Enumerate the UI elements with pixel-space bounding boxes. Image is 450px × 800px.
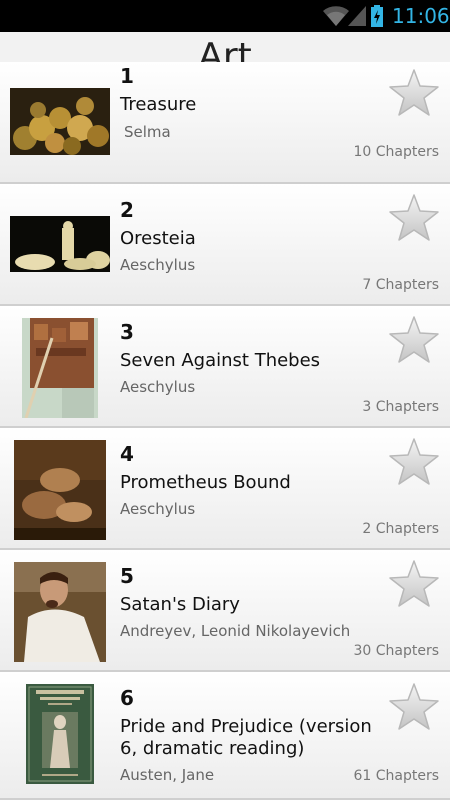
list-item[interactable]: 6 Pride and Prejudice (version 6, dramat… [0,672,450,800]
book-cover-image [26,684,94,784]
chapter-count: 7 Chapters [362,277,439,293]
favorite-star-icon[interactable] [388,682,440,732]
book-cover-image [14,440,106,540]
chapter-count: 30 Chapters [353,643,439,659]
chapter-count: 10 Chapters [353,144,439,160]
favorite-star-icon[interactable] [388,559,440,609]
book-cover-image [14,562,106,662]
book-cover-image [10,216,110,272]
favorite-star-icon[interactable] [388,437,440,487]
book-author: Aeschylus [120,500,196,518]
battery-charging-icon [371,5,383,27]
book-title: Prometheus Bound [120,472,291,493]
book-author: Aeschylus [120,378,196,396]
favorite-star-icon[interactable] [388,193,440,243]
list-item[interactable]: 3 Seven Against Thebes Aeschylus 3 Chapt… [0,306,450,428]
book-number: 2 [120,198,134,222]
book-number: 6 [120,686,134,710]
status-bar: 11:06 [0,0,450,32]
list-item[interactable]: 4 Prometheus Bound Aeschylus 2 Chapters [0,428,450,550]
list-item[interactable]: 1 Treasure Selma 10 Chapters [0,62,450,184]
signal-icon [348,6,366,26]
chapter-count: 3 Chapters [362,399,439,415]
book-cover-image [22,318,98,418]
list-item[interactable]: 5 Satan's Diary Andreyev, Leonid Nikolay… [0,550,450,672]
book-author: Aeschylus [120,256,196,274]
app-screen: 11:06 Art 1 Treasure Selma 10 Chapters 2… [0,0,450,800]
book-number: 4 [120,442,134,466]
favorite-star-icon[interactable] [388,68,440,118]
book-number: 1 [120,64,134,88]
book-title: Satan's Diary [120,594,240,615]
book-title: Oresteia [120,228,196,249]
status-time: 11:06 [392,4,450,28]
book-title: Pride and Prejudice (version 6, dramatic… [120,716,372,759]
book-author: Selma [124,123,171,141]
book-author: Andreyev, Leonid Nikolayevich [120,622,351,640]
book-title: Seven Against Thebes [120,350,321,371]
book-number: 5 [120,564,134,588]
chapter-count: 2 Chapters [362,521,439,537]
wifi-icon [323,6,349,26]
list-item[interactable]: 2 Oresteia Aeschylus 7 Chapters [0,184,450,306]
book-number: 3 [120,320,134,344]
book-author: Austen, Jane [120,766,215,784]
chapter-count: 61 Chapters [353,768,439,784]
favorite-star-icon[interactable] [388,315,440,365]
book-cover-image [10,88,110,155]
book-title: Treasure [120,94,197,115]
